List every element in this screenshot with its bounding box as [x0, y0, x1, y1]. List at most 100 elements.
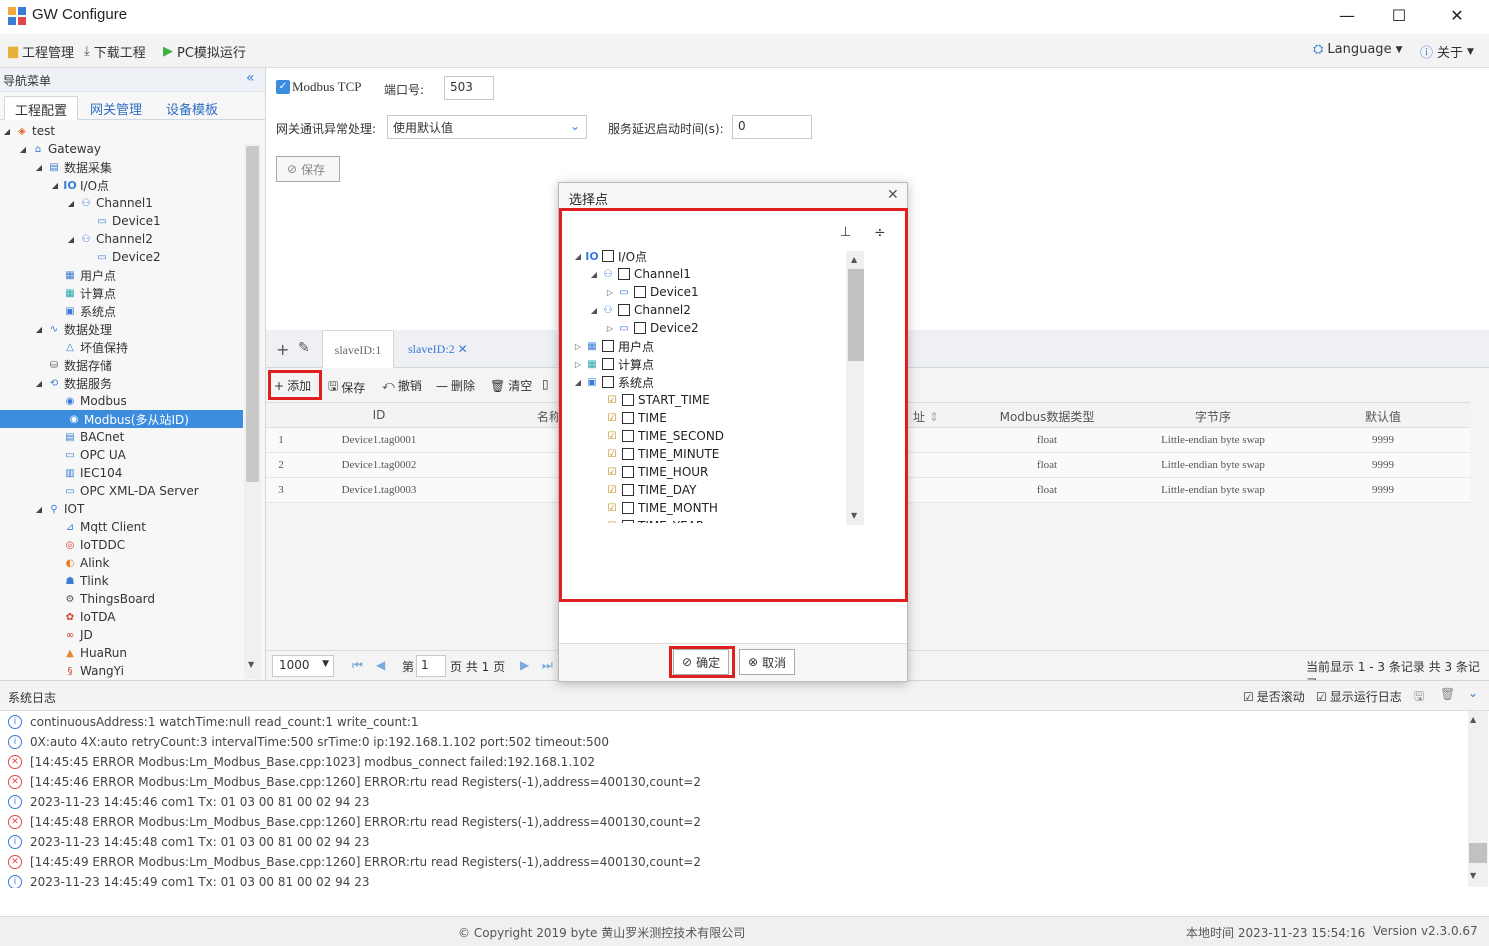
tree-node-user-points[interactable]: ▦ 用户点	[60, 266, 116, 284]
tree-node-test[interactable]: ◢ ◈ test	[2, 122, 55, 140]
checkbox[interactable]	[634, 322, 646, 334]
page-size-select[interactable]: 1000 ▼	[272, 655, 334, 677]
col-id[interactable]: ID	[294, 408, 464, 422]
checkbox[interactable]	[602, 250, 614, 262]
pc-run-menu[interactable]: ▶ PC模拟运行	[163, 42, 246, 61]
col-default[interactable]: 默认值	[1296, 408, 1470, 425]
dtree-sys-item[interactable]: ☑ START_TIME	[604, 391, 710, 409]
log-scrollbar-thumb[interactable]	[1469, 843, 1487, 863]
close-tab-icon[interactable]: ✕	[458, 342, 468, 356]
expand-arrow-icon[interactable]: ▷	[572, 342, 584, 351]
tree-node-opc-ua[interactable]: ▭ OPC UA	[60, 446, 126, 464]
close-window-button[interactable]: ✕	[1432, 0, 1482, 32]
edit-tab-icon[interactable]: ✎	[298, 340, 310, 356]
exception-select[interactable]: 使用默认值 ⌄	[387, 115, 587, 139]
dtree-sys-item[interactable]: ☑TIME_YEAR	[604, 517, 704, 523]
dtree-sys-item[interactable]: ☑ TIME_MINUTE	[604, 445, 720, 463]
import-button[interactable]: ▯	[542, 377, 549, 391]
tree-node-bacnet[interactable]: ▤ BACnet	[60, 428, 124, 446]
auto-scroll-checkbox[interactable]: ☑ 是否滚动	[1243, 688, 1305, 705]
dtree-channel2[interactable]: ◢ ⚇ Channel2	[588, 301, 691, 319]
checkbox[interactable]	[618, 268, 630, 280]
project-menu[interactable]: ▆ 工程管理	[8, 42, 74, 61]
checkbox[interactable]	[622, 430, 634, 442]
tree-node-alink[interactable]: ◐ Alink	[60, 554, 110, 572]
tree-node-calc-points[interactable]: ▦ 计算点	[60, 284, 116, 302]
checkbox[interactable]	[622, 412, 634, 424]
expand-arrow-icon[interactable]: ◢	[588, 270, 600, 279]
dialog-scrollbar-thumb[interactable]	[848, 269, 864, 361]
dtree-calc[interactable]: ▷ ▦ 计算点	[572, 355, 654, 373]
expand-arrow-icon[interactable]: ◢	[66, 199, 76, 208]
dtree-sys-item[interactable]: ☑ TIME_SECOND	[604, 427, 725, 445]
delete-button[interactable]: — 删除	[436, 377, 475, 394]
expand-arrow-icon[interactable]: ▷	[604, 288, 616, 297]
checkbox[interactable]	[622, 394, 634, 406]
tree-node-modbus-multi[interactable]: ◉ Modbus(多从站ID)	[0, 410, 243, 428]
save-button[interactable]: 🖫 保存	[328, 377, 365, 398]
delay-input[interactable]: 0	[732, 115, 812, 139]
modbus-tcp-checkbox[interactable]: ✓	[276, 80, 290, 94]
tree-node-data-storage[interactable]: ⛁ 数据存储	[44, 356, 112, 374]
checkbox[interactable]	[622, 520, 634, 523]
expand-arrow-icon[interactable]: ◢	[2, 127, 12, 136]
tree-node-device1[interactable]: ▭ Device1	[92, 212, 160, 230]
tree-node-mqtt[interactable]: ⊿ Mqtt Client	[60, 518, 146, 536]
dtree-sys-item[interactable]: ☑ TIME_DAY	[604, 481, 697, 499]
scroll-down-icon[interactable]: ▼	[1470, 871, 1476, 880]
expand-arrow-icon[interactable]: ◢	[34, 379, 44, 388]
scroll-up-icon[interactable]: ▲	[1470, 715, 1476, 724]
tree-node-gateway[interactable]: ◢ ⌂ Gateway	[18, 140, 101, 158]
language-menu[interactable]: ⛭ Language ▼	[1313, 42, 1402, 57]
tree-node-device2[interactable]: ▭ Device2	[92, 248, 160, 266]
tree-node-thingsboard[interactable]: ⚙ ThingsBoard	[60, 590, 156, 608]
collapse-icon[interactable]: «	[246, 70, 255, 86]
expand-arrow-icon[interactable]: ◢	[66, 235, 76, 244]
dtree-device2[interactable]: ▷ ▭ Device2	[604, 319, 699, 337]
expand-arrow-icon[interactable]: ◢	[34, 163, 44, 172]
nav-scrollbar-thumb[interactable]	[246, 146, 259, 482]
checkbox[interactable]	[622, 502, 634, 514]
add-tab-icon[interactable]: +	[276, 340, 289, 359]
checkbox[interactable]	[634, 286, 646, 298]
save-log-icon[interactable]: 🖫	[1414, 687, 1424, 708]
dtree-sys-item[interactable]: ☑ TIME_HOUR	[604, 463, 709, 481]
tree-node-wangyi[interactable]: § WangYi	[60, 662, 124, 678]
expand-arrow-icon[interactable]: ◢	[50, 181, 60, 190]
about-menu[interactable]: ⓘ 关于 ▼	[1420, 42, 1474, 61]
tab-slave-2[interactable]: slaveID:2 ✕	[408, 342, 468, 357]
cancel-button[interactable]: ⊗ 取消	[739, 649, 796, 675]
scroll-down-icon[interactable]: ▼	[248, 660, 254, 669]
dtree-user[interactable]: ▷ ▦ 用户点	[572, 337, 654, 355]
tab-device-template[interactable]: 设备模板	[156, 96, 228, 120]
port-input[interactable]: 503	[444, 76, 494, 100]
tree-node-sys-points[interactable]: ▣ 系统点	[60, 302, 116, 320]
config-save-button[interactable]: ⊘ 保存	[276, 156, 340, 182]
tree-node-bad-value-hold[interactable]: △ 坏值保持	[60, 338, 128, 356]
collapse-log-icon[interactable]: ⌄	[1468, 686, 1478, 700]
collapse-all-icon[interactable]: ÷	[874, 225, 886, 241]
tree-node-iec104[interactable]: ▥ IEC104	[60, 464, 122, 482]
tree-node-io-points[interactable]: ◢ IO I/O点	[50, 176, 109, 194]
clear-button[interactable]: 🗑 清空	[490, 377, 532, 394]
tree-node-tlink[interactable]: ☗ Tlink	[60, 572, 109, 590]
expand-arrow-icon[interactable]: ▷	[572, 360, 584, 369]
tree-node-iot[interactable]: ◢ ⚲ IOT	[34, 500, 84, 518]
add-button[interactable]: + 添加	[274, 377, 311, 394]
expand-arrow-icon[interactable]: ◢	[34, 505, 44, 514]
dtree-device1[interactable]: ▷ ▭ Device1	[604, 283, 699, 301]
prev-page-icon[interactable]: ◀	[376, 658, 385, 672]
close-dialog-icon[interactable]: ✕	[887, 187, 899, 203]
scroll-down-icon[interactable]: ▼	[851, 511, 857, 520]
show-run-log-checkbox[interactable]: ☑ 显示运行日志	[1316, 688, 1402, 705]
checkbox[interactable]	[618, 304, 630, 316]
col-modbus-type[interactable]: Modbus数据类型	[964, 408, 1130, 425]
tab-project-config[interactable]: 工程配置	[4, 96, 79, 120]
tab-gateway-manage[interactable]: 网关管理	[80, 96, 152, 120]
dtree-sys[interactable]: ◢ ▣ 系统点	[572, 373, 654, 391]
checkbox[interactable]	[622, 448, 634, 460]
log-scrollbar[interactable]: ▲ ▼	[1468, 711, 1488, 887]
undo-button[interactable]: ⤺ 撤销	[382, 377, 422, 394]
expand-arrow-icon[interactable]: ◢	[18, 145, 28, 154]
checkbox[interactable]	[602, 376, 614, 388]
